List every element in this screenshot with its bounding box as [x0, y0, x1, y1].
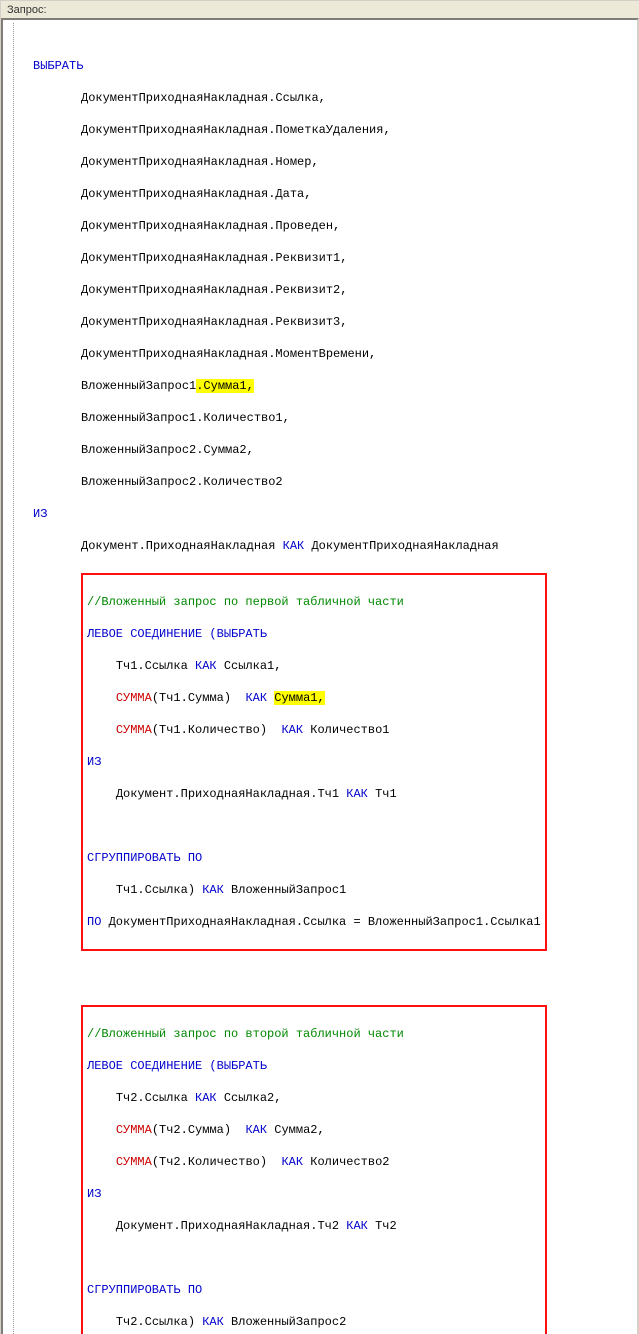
kw-leftjoin: ЛЕВОЕ СОЕДИНЕНИЕ	[87, 627, 202, 641]
kw-as: КАК	[195, 659, 217, 673]
fn-sum: СУММА	[116, 1155, 152, 1169]
select-field: ДокументПриходнаяНакладная.Дата,	[33, 186, 633, 202]
kw-as: КАК	[202, 883, 224, 897]
text: ДокументПриходнаяНакладная.Ссылка = Влож…	[109, 915, 541, 929]
text: Документ.ПриходнаяНакладная.Тч2	[116, 1219, 339, 1233]
select-field: ДокументПриходнаяНакладная.МоментВремени…	[33, 346, 633, 362]
text: Тч1	[375, 787, 397, 801]
select-field: ВложенныйЗапрос1.Количество1,	[33, 410, 633, 426]
select-field: ВложенныйЗапрос2.Сумма2,	[33, 442, 633, 458]
comment: //Вложенный запрос по второй табличной ч…	[87, 1027, 404, 1041]
text: Ссылка1,	[224, 659, 282, 673]
kw-open-select: (ВЫБРАТЬ	[209, 627, 267, 641]
from-table: Документ.ПриходнаяНакладная КАК Документ…	[33, 538, 633, 554]
panel-label: Запрос:	[1, 1, 639, 18]
kw-as: КАК	[202, 1315, 224, 1329]
kw-as: КАК	[346, 787, 368, 801]
kw-groupby: СГРУППИРОВАТЬ ПО	[87, 1283, 202, 1297]
select-field: ДокументПриходнаяНакладная.Проведен,	[33, 218, 633, 234]
comment: //Вложенный запрос по первой табличной ч…	[87, 595, 404, 609]
text: Документ.ПриходнаяНакладная	[81, 539, 275, 553]
kw-as: КАК	[245, 1123, 267, 1137]
kw-open-select: (ВЫБРАТЬ	[209, 1059, 267, 1073]
text: Тч2.Ссылка)	[116, 1315, 195, 1329]
text: Количество1	[310, 723, 389, 737]
text: Количество2	[310, 1155, 389, 1169]
highlight-sum1: .Сумма1,	[196, 379, 254, 393]
query-text[interactable]: ВЫБРАТЬ ДокументПриходнаяНакладная.Ссылк…	[1, 18, 639, 1334]
kw-select: ВЫБРАТЬ	[33, 59, 83, 73]
kw-as: КАК	[281, 1155, 303, 1169]
text: Тч2	[375, 1219, 397, 1233]
kw-as: КАК	[346, 1219, 368, 1233]
kw-leftjoin: ЛЕВОЕ СОЕДИНЕНИЕ	[87, 1059, 202, 1073]
text: (Тч2.Сумма)	[152, 1123, 238, 1137]
query-panel: Запрос: ВЫБРАТЬ ДокументПриходнаяНакладн…	[0, 0, 639, 1334]
kw-as: КАК	[245, 691, 267, 705]
select-field: ДокументПриходнаяНакладная.Реквизит2,	[33, 282, 633, 298]
fn-sum: СУММА	[116, 691, 152, 705]
text: (Тч1.Количество)	[152, 723, 274, 737]
select-field: ДокументПриходнаяНакладная.Номер,	[33, 154, 633, 170]
nested-query-box-2: //Вложенный запрос по второй табличной ч…	[81, 1005, 547, 1334]
kw-as: КАК	[283, 539, 305, 553]
kw-groupby: СГРУППИРОВАТЬ ПО	[87, 851, 202, 865]
select-field: ВложенныйЗапрос2.Количество2	[33, 474, 633, 490]
text: Тч1.Ссылка)	[116, 883, 195, 897]
nested-query-box-1: //Вложенный запрос по первой табличной ч…	[81, 573, 547, 951]
code-content: ВЫБРАТЬ ДокументПриходнаяНакладная.Ссылк…	[11, 42, 633, 1334]
text: Ссылка2,	[224, 1091, 282, 1105]
text: Тч2.Ссылка	[116, 1091, 188, 1105]
text: ДокументПриходнаяНакладная	[311, 539, 498, 553]
select-field: ДокументПриходнаяНакладная.Реквизит1,	[33, 250, 633, 266]
kw-as: КАК	[281, 723, 303, 737]
tree-guide	[13, 23, 14, 1334]
text: ВложенныйЗапрос2	[231, 1315, 346, 1329]
select-field: ДокументПриходнаяНакладная.Ссылка,	[33, 90, 633, 106]
kw-on: ПО	[87, 915, 101, 929]
kw-from: ИЗ	[87, 755, 101, 769]
text: Документ.ПриходнаяНакладная.Тч1	[116, 787, 339, 801]
text: ВложенныйЗапрос1	[81, 379, 196, 393]
text: (Тч2.Количество)	[152, 1155, 274, 1169]
kw-from: ИЗ	[87, 1187, 101, 1201]
text: (Тч1.Сумма)	[152, 691, 238, 705]
kw-from: ИЗ	[33, 507, 47, 521]
fn-sum: СУММА	[116, 1123, 152, 1137]
kw-as: КАК	[195, 1091, 217, 1105]
text: Тч1.Ссылка	[116, 659, 188, 673]
text: ВложенныйЗапрос1	[231, 883, 346, 897]
select-field: ДокументПриходнаяНакладная.Реквизит3,	[33, 314, 633, 330]
select-field: ДокументПриходнаяНакладная.ПометкаУдален…	[33, 122, 633, 138]
select-field: ВложенныйЗапрос1.Сумма1,	[33, 378, 633, 394]
fn-sum: СУММА	[116, 723, 152, 737]
text: Сумма2,	[274, 1123, 324, 1137]
highlight-sum1-alias: Сумма1,	[274, 691, 324, 705]
